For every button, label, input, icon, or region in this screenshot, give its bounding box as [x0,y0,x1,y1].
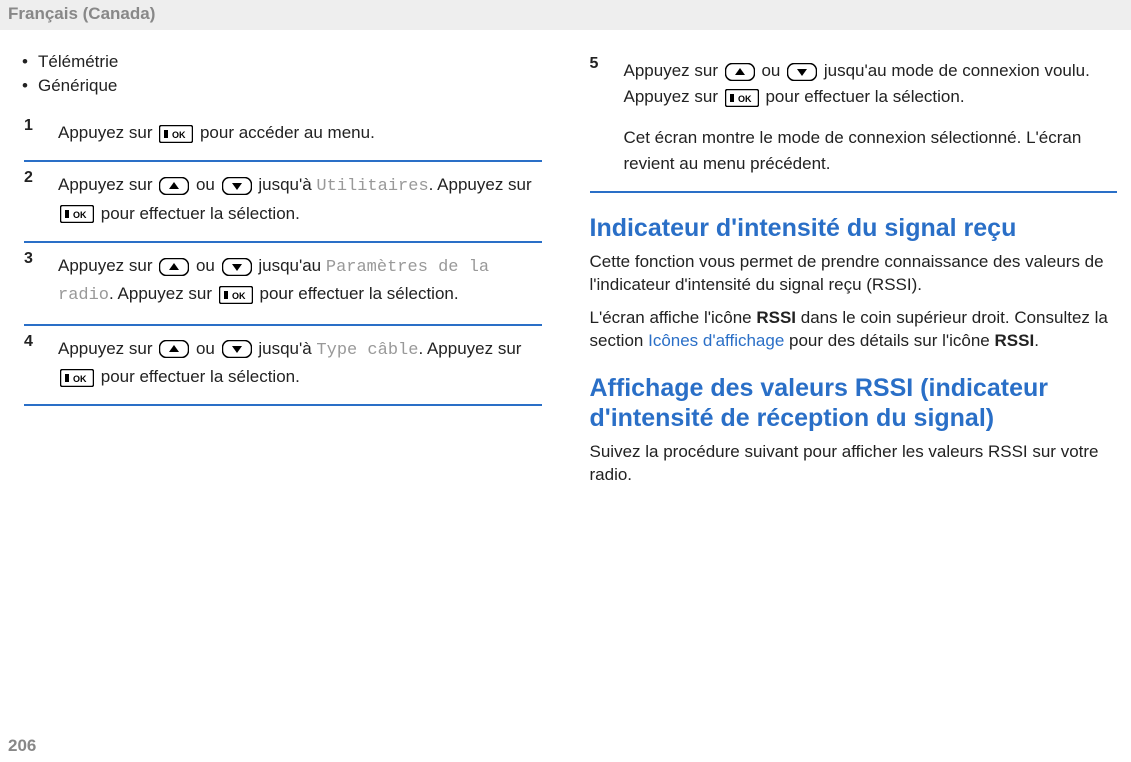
left-column: Télémétrie Générique 1 Appuyez sur OK po… [14,48,542,497]
step-text: . [429,175,438,194]
content-columns: Télémétrie Générique 1 Appuyez sur OK po… [0,30,1131,497]
step-text: Appuyez sur [118,284,217,303]
ok-button-icon: OK [159,125,193,143]
up-button-icon [159,258,189,276]
header-language: Français (Canada) [0,0,1131,30]
body-text: L'écran affiche l'icône RSSI dans le coi… [590,307,1118,353]
bold-text: RSSI [995,331,1035,350]
step-1: 1 Appuyez sur OK pour accéder au menu. [24,110,542,162]
steps-list: 1 Appuyez sur OK pour accéder au menu. [14,110,542,406]
text: . [1034,331,1039,350]
list-item: Télémétrie [22,52,542,72]
ok-button-icon: OK [60,205,94,223]
step-text: jusqu'à [258,339,316,358]
step-number: 4 [24,330,33,355]
step-text: . [418,339,427,358]
step-text: Appuyez sur [427,339,522,358]
step-text: Appuyez sur [437,175,532,194]
step-text: ou [761,61,785,80]
step-text: ou [196,256,220,275]
menu-label: Utilitaires [316,177,428,196]
down-button-icon [787,63,817,81]
step-text: pour effectuer la sélection. [260,284,459,303]
bold-text: RSSI [756,308,796,327]
ok-button-icon: OK [725,89,759,107]
step-text: Appuyez sur [58,123,157,142]
text: pour des détails sur l'icône [784,331,994,350]
step-text: pour effectuer la sélection. [765,87,964,106]
link-icones-affichage[interactable]: Icônes d'affichage [648,331,784,350]
steps-list-right: 5 Appuyez sur ou jusqu'au mode de co [590,48,1118,193]
step-text: Appuyez sur [58,175,157,194]
step-5: 5 Appuyez sur ou jusqu'au mode de co [590,48,1118,193]
svg-text:OK: OK [738,94,752,104]
section-title-rssi-values: Affichage des valeurs RSSI (indicateur d… [590,373,1118,433]
up-button-icon [725,63,755,81]
step-number: 3 [24,247,33,272]
svg-text:OK: OK [172,130,186,140]
step-text: ou [196,175,220,194]
svg-text:OK: OK [73,374,87,384]
step-2: 2 Appuyez sur ou jusqu'à [24,162,542,243]
ok-button-icon: OK [219,286,253,304]
page-number: 206 [8,736,36,756]
step-number: 1 [24,114,33,139]
step-text: Appuyez sur [58,339,157,358]
step-4: 4 Appuyez sur ou jusqu'à [24,326,542,407]
step-3: 3 Appuyez sur ou jusqu'au [24,243,542,326]
svg-text:OK: OK [232,291,246,301]
step-text: Appuyez sur [624,61,723,80]
list-item: Générique [22,76,542,96]
step-text: pour effectuer la sélection. [101,204,300,223]
up-button-icon [159,177,189,195]
text: L'écran affiche l'icône [590,308,757,327]
step-number: 5 [590,52,599,77]
body-text: Suivez la procédure suivant pour affiche… [590,441,1118,487]
down-button-icon [222,177,252,195]
down-button-icon [222,340,252,358]
body-text: Cette fonction vous permet de prendre co… [590,251,1118,297]
up-button-icon [159,340,189,358]
step-text: pour effectuer la sélection. [101,367,300,386]
step-text: ou [196,339,220,358]
step-text: Appuyez sur [58,256,157,275]
down-button-icon [222,258,252,276]
step-number: 2 [24,166,33,191]
ok-button-icon: OK [60,369,94,387]
step-text: pour accéder au menu. [200,123,375,142]
page: Français (Canada) Télémétrie Générique 1… [0,0,1131,762]
menu-label: Type câble [316,341,418,360]
section-title-rssi: Indicateur d'intensité du signal reçu [590,213,1118,243]
step-note: Cet écran montre le mode de connexion sé… [624,125,1118,178]
bullet-list: Télémétrie Générique [14,52,542,96]
step-text: . [109,284,118,303]
step-text: jusqu'au [258,256,326,275]
step-text: jusqu'à [258,175,316,194]
svg-text:OK: OK [73,210,87,220]
right-column: 5 Appuyez sur ou jusqu'au mode de co [590,48,1118,497]
